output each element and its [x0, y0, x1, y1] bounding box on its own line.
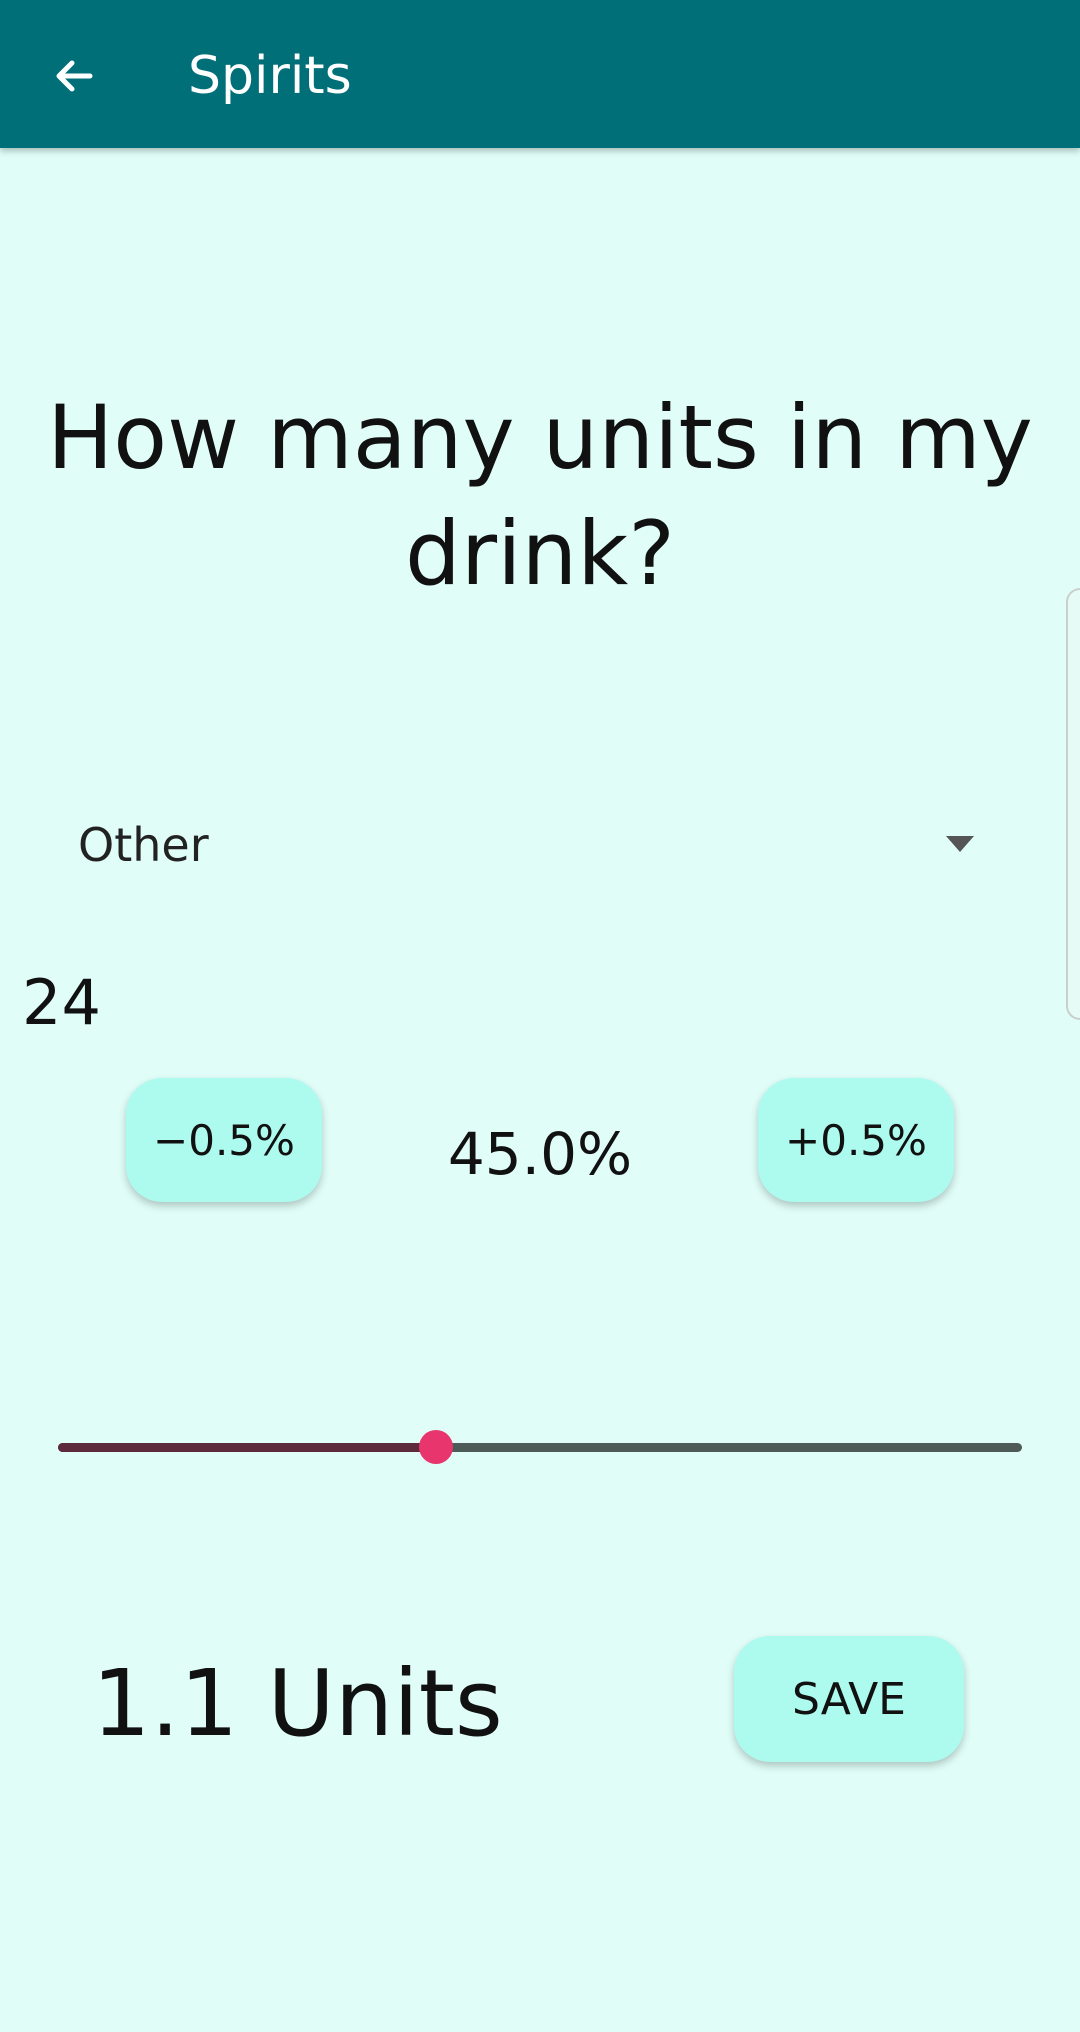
- count-value: 24: [22, 966, 101, 1039]
- dropdown-arrow-icon: [946, 836, 974, 852]
- abv-slider[interactable]: [58, 1428, 1022, 1468]
- drink-type-dropdown[interactable]: Other: [62, 808, 992, 886]
- back-button[interactable]: [38, 40, 110, 112]
- arrow-back-icon: [56, 60, 93, 92]
- app-title: Spirits: [188, 46, 352, 106]
- page-heading: How many units in my drink?: [47, 386, 1033, 605]
- increase-abv-button[interactable]: +0.5%: [758, 1078, 954, 1202]
- units-result: 1.1 Units: [92, 1650, 503, 1757]
- decrease-abv-button[interactable]: −0.5%: [126, 1078, 322, 1202]
- save-button[interactable]: SAVE: [734, 1636, 964, 1762]
- dropdown-selected-value: Other: [78, 818, 209, 872]
- slider-fill: [58, 1443, 436, 1452]
- app-bar: Spirits: [0, 0, 1080, 148]
- slider-thumb[interactable]: [418, 1430, 453, 1464]
- abv-value: 45.0%: [447, 1120, 633, 1188]
- scroll-handle[interactable]: [1066, 588, 1080, 1020]
